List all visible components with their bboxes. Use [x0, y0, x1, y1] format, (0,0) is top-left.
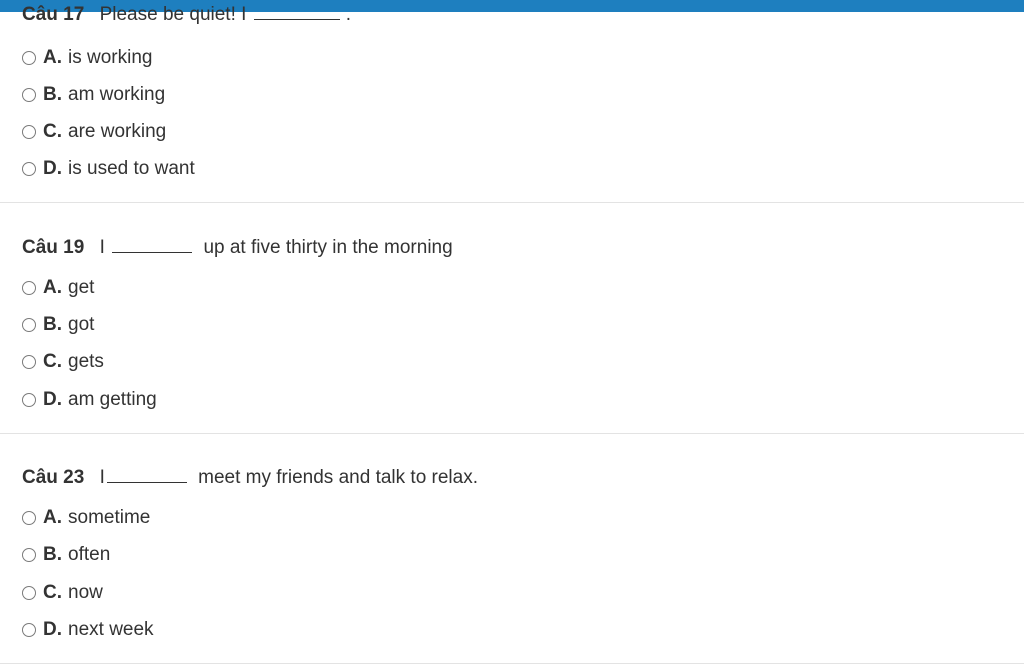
option-letter: A. [43, 47, 62, 68]
option-letter: C. [43, 351, 62, 372]
option-text: am getting [68, 389, 157, 410]
answer-blank [112, 236, 193, 253]
option-c[interactable]: C. now [22, 581, 103, 605]
option-text: often [68, 544, 111, 565]
radio-button-icon[interactable] [22, 623, 36, 637]
question-divider [0, 663, 1024, 664]
option-letter: B. [43, 314, 62, 335]
option-b[interactable]: B. often [22, 543, 110, 567]
option-d[interactable]: D. is used to want [22, 157, 195, 181]
question-number: Câu 19 [22, 237, 85, 258]
option-text: now [68, 582, 103, 603]
radio-button-icon[interactable] [22, 586, 36, 600]
radio-button-icon[interactable] [22, 88, 36, 102]
option-text: get [68, 277, 95, 298]
option-text: are working [68, 121, 167, 142]
option-a[interactable]: A. sometime [22, 506, 150, 530]
option-letter: D. [43, 619, 62, 640]
option-text: got [68, 314, 95, 335]
option-text: gets [68, 351, 104, 372]
option-d[interactable]: D. next week [22, 618, 154, 642]
radio-button-icon[interactable] [22, 51, 36, 65]
question-text-after: meet my friends and talk to relax. [198, 467, 478, 488]
radio-button-icon[interactable] [22, 125, 36, 139]
question-title: Câu 17 Please be quiet! I . [22, 3, 351, 26]
option-letter: C. [43, 121, 62, 142]
option-text: next week [68, 619, 154, 640]
option-b[interactable]: B. am working [22, 83, 165, 107]
option-letter: B. [43, 544, 62, 565]
option-letter: A. [43, 277, 62, 298]
option-c[interactable]: C. gets [22, 350, 104, 374]
option-text: is used to want [68, 158, 195, 179]
option-text: sometime [68, 507, 151, 528]
question-divider [0, 433, 1024, 434]
option-letter: B. [43, 84, 62, 105]
question-number: Câu 17 [22, 4, 85, 25]
question-divider [0, 202, 1024, 203]
option-letter: C. [43, 582, 62, 603]
radio-button-icon[interactable] [22, 355, 36, 369]
question-text-before: Please be quiet! I [99, 4, 247, 25]
radio-button-icon[interactable] [22, 393, 36, 407]
question-title: Câu 23 I meet my friends and talk to rel… [22, 466, 478, 489]
question-number: Câu 23 [22, 467, 85, 488]
option-a[interactable]: A. get [22, 276, 94, 300]
question-text-before: I [99, 467, 105, 488]
question-text-after: . [345, 4, 351, 25]
radio-button-icon[interactable] [22, 162, 36, 176]
option-b[interactable]: B. got [22, 313, 94, 337]
option-letter: D. [43, 389, 62, 410]
radio-button-icon[interactable] [22, 511, 36, 525]
question-text-after: up at five thirty in the morning [203, 237, 453, 258]
radio-button-icon[interactable] [22, 281, 36, 295]
question-title: Câu 19 I up at five thirty in the mornin… [22, 236, 453, 259]
option-c[interactable]: C. are working [22, 120, 166, 144]
radio-button-icon[interactable] [22, 318, 36, 332]
option-a[interactable]: A. is working [22, 46, 152, 70]
option-letter: A. [43, 507, 62, 528]
radio-button-icon[interactable] [22, 548, 36, 562]
question-text-before: I [99, 237, 105, 258]
option-text: am working [68, 84, 166, 105]
option-d[interactable]: D. am getting [22, 388, 157, 412]
option-text: is working [68, 47, 153, 68]
answer-blank [106, 466, 187, 483]
option-letter: D. [43, 158, 62, 179]
answer-blank [253, 3, 340, 20]
